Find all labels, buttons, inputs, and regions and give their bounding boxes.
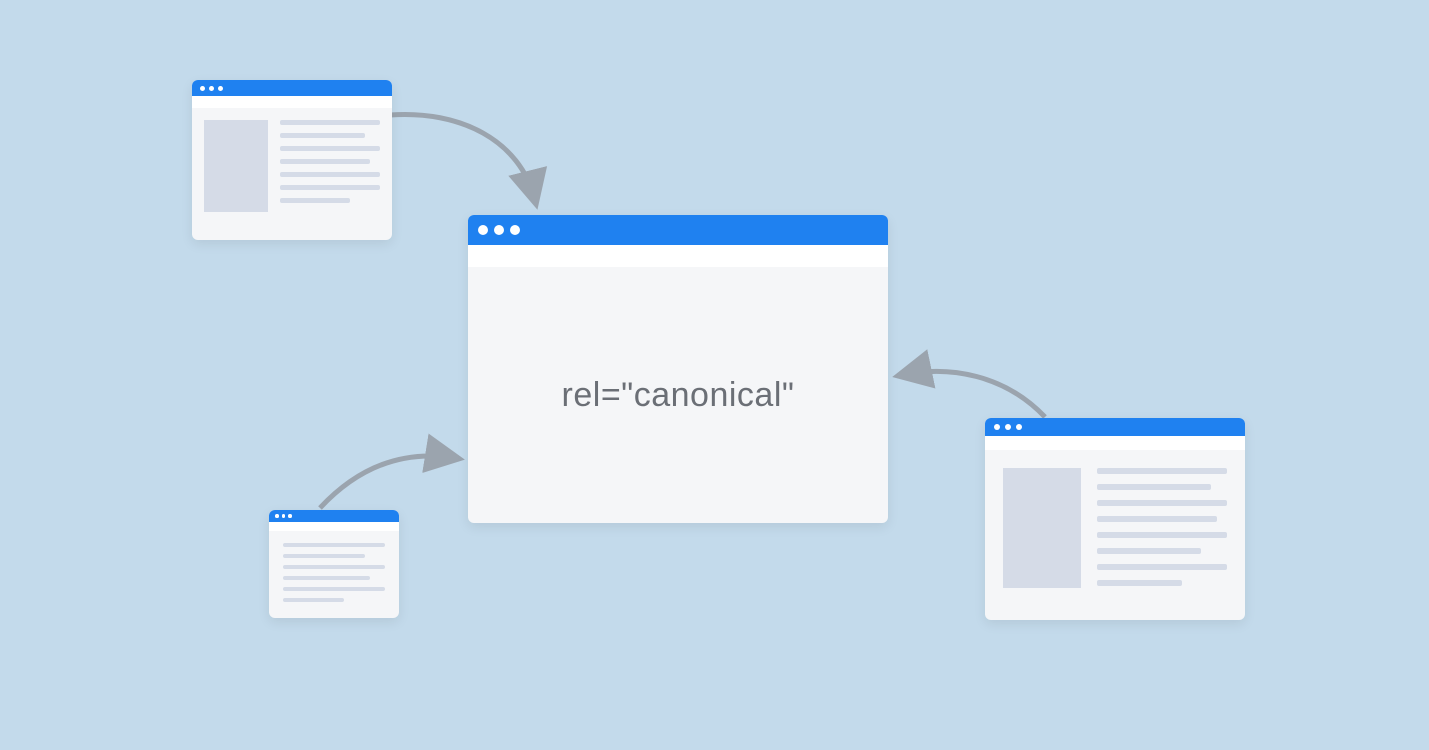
- window-dot-icon: [209, 86, 214, 91]
- duplicate-window-bottomleft: [269, 510, 399, 618]
- duplicate-window-topleft: [192, 80, 392, 240]
- window-content: [269, 531, 399, 618]
- window-dot-icon: [1016, 424, 1022, 430]
- window-dot-icon: [494, 225, 504, 235]
- content-thumbnail-placeholder: [204, 120, 268, 212]
- window-addressbar: [192, 96, 392, 108]
- window-dot-icon: [1005, 424, 1011, 430]
- window-titlebar: [192, 80, 392, 96]
- window-titlebar: [985, 418, 1245, 436]
- duplicate-window-bottomright: [985, 418, 1245, 620]
- window-dot-icon: [994, 424, 1000, 430]
- window-addressbar: [985, 436, 1245, 450]
- canonical-text: rel="canonical": [562, 376, 795, 415]
- content-thumbnail-placeholder: [1003, 468, 1081, 588]
- window-addressbar: [468, 245, 888, 267]
- window-dot-icon: [282, 514, 286, 518]
- arrow-topleft-to-main: [380, 105, 560, 215]
- window-dot-icon: [288, 514, 292, 518]
- window-titlebar: [468, 215, 888, 245]
- canonical-window: rel="canonical": [468, 215, 888, 523]
- window-dot-icon: [510, 225, 520, 235]
- arrow-bottomleft-to-main: [310, 430, 470, 520]
- window-addressbar: [269, 522, 399, 531]
- canonical-content: rel="canonical": [468, 267, 888, 523]
- content-text-placeholder: [280, 120, 380, 211]
- content-text-placeholder: [1097, 468, 1227, 596]
- window-content: [985, 450, 1245, 614]
- window-titlebar: [269, 510, 399, 522]
- window-dot-icon: [200, 86, 205, 91]
- content-text-placeholder: [283, 543, 385, 609]
- window-dot-icon: [275, 514, 279, 518]
- window-dot-icon: [478, 225, 488, 235]
- window-content: [192, 108, 392, 223]
- window-dot-icon: [218, 86, 223, 91]
